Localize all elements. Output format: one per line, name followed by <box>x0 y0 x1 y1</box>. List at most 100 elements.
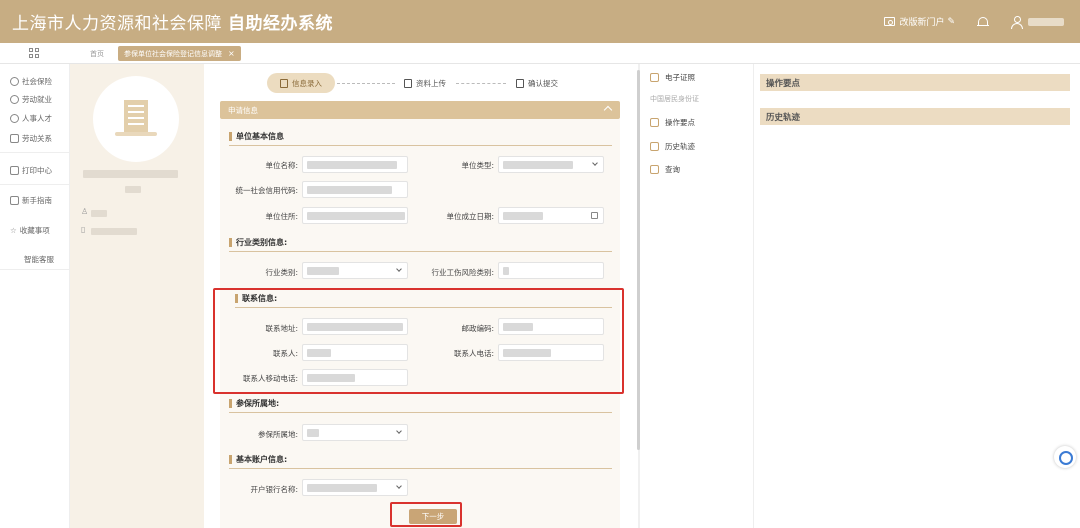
step-info-entry[interactable]: 信息录入 <box>267 73 335 93</box>
tab-active[interactable]: 参保单位社会保险登记信息调整 × <box>118 46 241 61</box>
nav-label: 智能客服 <box>24 255 54 264</box>
doc-icon <box>650 118 659 127</box>
side-cert-sub[interactable]: 中国居民身份证 <box>650 94 699 104</box>
side-panel: 电子证照 中国居民身份证 操作要点 历史轨迹 查询 <box>641 64 754 528</box>
nav-label: 劳动关系 <box>22 134 52 143</box>
label-address: 单位住所: <box>265 212 298 221</box>
user-icon[interactable] <box>1011 15 1023 29</box>
nav-item-talent[interactable]: 人事人才 <box>10 113 52 124</box>
step-connector <box>337 83 395 84</box>
chevron-down-icon <box>592 160 598 166</box>
chevron-down-icon <box>396 483 402 489</box>
company-avatar <box>93 76 179 162</box>
side-label: 历史轨迹 <box>665 142 695 151</box>
side-label: 操作要点 <box>665 118 695 127</box>
section-divider <box>229 145 612 146</box>
unit-type-select[interactable] <box>498 156 604 173</box>
person-redacted <box>91 210 107 217</box>
bell-icon[interactable] <box>977 16 989 28</box>
section-title-insured: 参保所属地: <box>229 398 279 409</box>
step-confirm[interactable]: 确认提交 <box>507 73 567 93</box>
main-form-area: 信息录入 资料上传 确认提交 申请信息 单位基本信息 单位名称: 单位类型: 统… <box>204 64 640 528</box>
label-insured-place: 参保所属地: <box>257 430 298 439</box>
people-icon <box>10 114 19 123</box>
side-item-ops[interactable]: 操作要点 <box>650 117 695 128</box>
portal-icon[interactable] <box>884 17 896 26</box>
left-nav: 社会保险 劳动就业 人事人才 劳动关系 打印中心 新手指南 ☆ 收藏事项 智能客服 <box>0 64 70 528</box>
ops-header[interactable]: 操作要点 <box>760 74 1070 91</box>
nav-label: 劳动就业 <box>22 95 52 104</box>
step-upload[interactable]: 资料上传 <box>395 73 455 93</box>
company-name-redacted <box>83 170 178 178</box>
calendar-icon[interactable] <box>591 212 598 219</box>
clock-icon <box>650 142 659 151</box>
label-bank-name: 开户银行名称: <box>250 485 298 494</box>
established-date-input[interactable] <box>498 207 604 224</box>
scrollbar-thumb[interactable] <box>637 70 640 450</box>
nav-divider <box>0 269 70 270</box>
app-title-main: 上海市人力资源和社会保障 <box>12 14 222 34</box>
nav-item-print-center[interactable]: 打印中心 <box>10 165 52 176</box>
printer-icon <box>10 166 19 175</box>
close-icon[interactable]: × <box>228 49 235 58</box>
nav-item-social-insurance[interactable]: 社会保险 <box>10 76 52 87</box>
industry-type-select[interactable] <box>302 262 408 279</box>
nav-label: 社会保险 <box>22 77 52 86</box>
risk-type-input[interactable] <box>498 262 604 279</box>
nav-divider <box>0 152 70 153</box>
nav-item-employment[interactable]: 劳动就业 <box>10 94 52 105</box>
panel-header[interactable]: 申请信息 <box>220 101 620 119</box>
company-sub-redacted <box>125 186 141 193</box>
label-unit-name: 单位名称: <box>265 161 298 170</box>
company-profile: ♙ ▯ <box>70 64 204 528</box>
app-title: 上海市人力资源和社会保障 自助经办系统 <box>12 9 333 34</box>
label-credit-code: 统一社会信用代码: <box>235 186 298 195</box>
nav-item-customer-service[interactable]: 智能客服 <box>24 254 54 265</box>
portal-link[interactable]: 改版新门户 <box>899 15 944 28</box>
address-input[interactable] <box>302 207 408 224</box>
step-label: 确认提交 <box>528 78 558 88</box>
certificate-icon <box>650 73 659 82</box>
edit-icon[interactable]: ✎ <box>947 17 955 27</box>
edit-doc-icon <box>280 78 288 88</box>
label-unit-type: 单位类型: <box>461 161 494 170</box>
tab-bar: 首页 参保单位社会保险登记信息调整 × <box>0 43 1080 64</box>
side-item-history[interactable]: 历史轨迹 <box>650 141 695 152</box>
assistant-float-icon[interactable] <box>1054 446 1076 468</box>
star-icon: ☆ <box>10 226 17 235</box>
chevron-up-icon[interactable] <box>603 105 613 115</box>
history-header[interactable]: 历史轨迹 <box>760 108 1070 125</box>
nav-item-labor-relations[interactable]: 劳动关系 <box>10 133 52 144</box>
section-divider <box>229 412 612 413</box>
nav-item-favorites[interactable]: ☆ 收藏事项 <box>10 225 50 236</box>
insured-place-select[interactable] <box>302 424 408 441</box>
highlight-next-button <box>390 502 462 527</box>
bank-name-select[interactable] <box>302 479 408 496</box>
step-label: 信息录入 <box>292 78 322 88</box>
person-icon <box>10 95 19 104</box>
grid-menu-icon[interactable] <box>29 48 40 59</box>
chevron-down-icon <box>396 266 402 272</box>
list-icon <box>650 165 659 174</box>
label-established: 单位成立日期: <box>446 212 494 221</box>
nav-divider <box>0 184 70 185</box>
unit-name-input[interactable] <box>302 156 408 173</box>
upload-icon <box>404 78 412 88</box>
social-insurance-icon <box>10 77 19 86</box>
side-item-query[interactable]: 查询 <box>650 164 680 175</box>
step-indicator: 信息录入 资料上传 确认提交 <box>204 70 640 96</box>
panel-title: 申请信息 <box>228 106 258 115</box>
nav-item-guide[interactable]: 新手指南 <box>10 195 52 206</box>
nav-label: 收藏事项 <box>19 226 50 235</box>
side-item-cert[interactable]: 电子证照 <box>650 72 695 83</box>
building-base <box>115 132 157 136</box>
credit-code-input[interactable] <box>302 181 408 198</box>
tab-home[interactable]: 首页 <box>90 49 104 59</box>
app-title-bold: 自助经办系统 <box>228 14 333 34</box>
chevron-down-icon <box>396 428 402 434</box>
step-label: 资料上传 <box>416 78 446 88</box>
section-divider <box>229 468 612 469</box>
phone-redacted <box>91 228 137 235</box>
user-name-redacted[interactable] <box>1028 17 1064 26</box>
header-actions: 改版新门户 ✎ <box>884 0 1064 43</box>
